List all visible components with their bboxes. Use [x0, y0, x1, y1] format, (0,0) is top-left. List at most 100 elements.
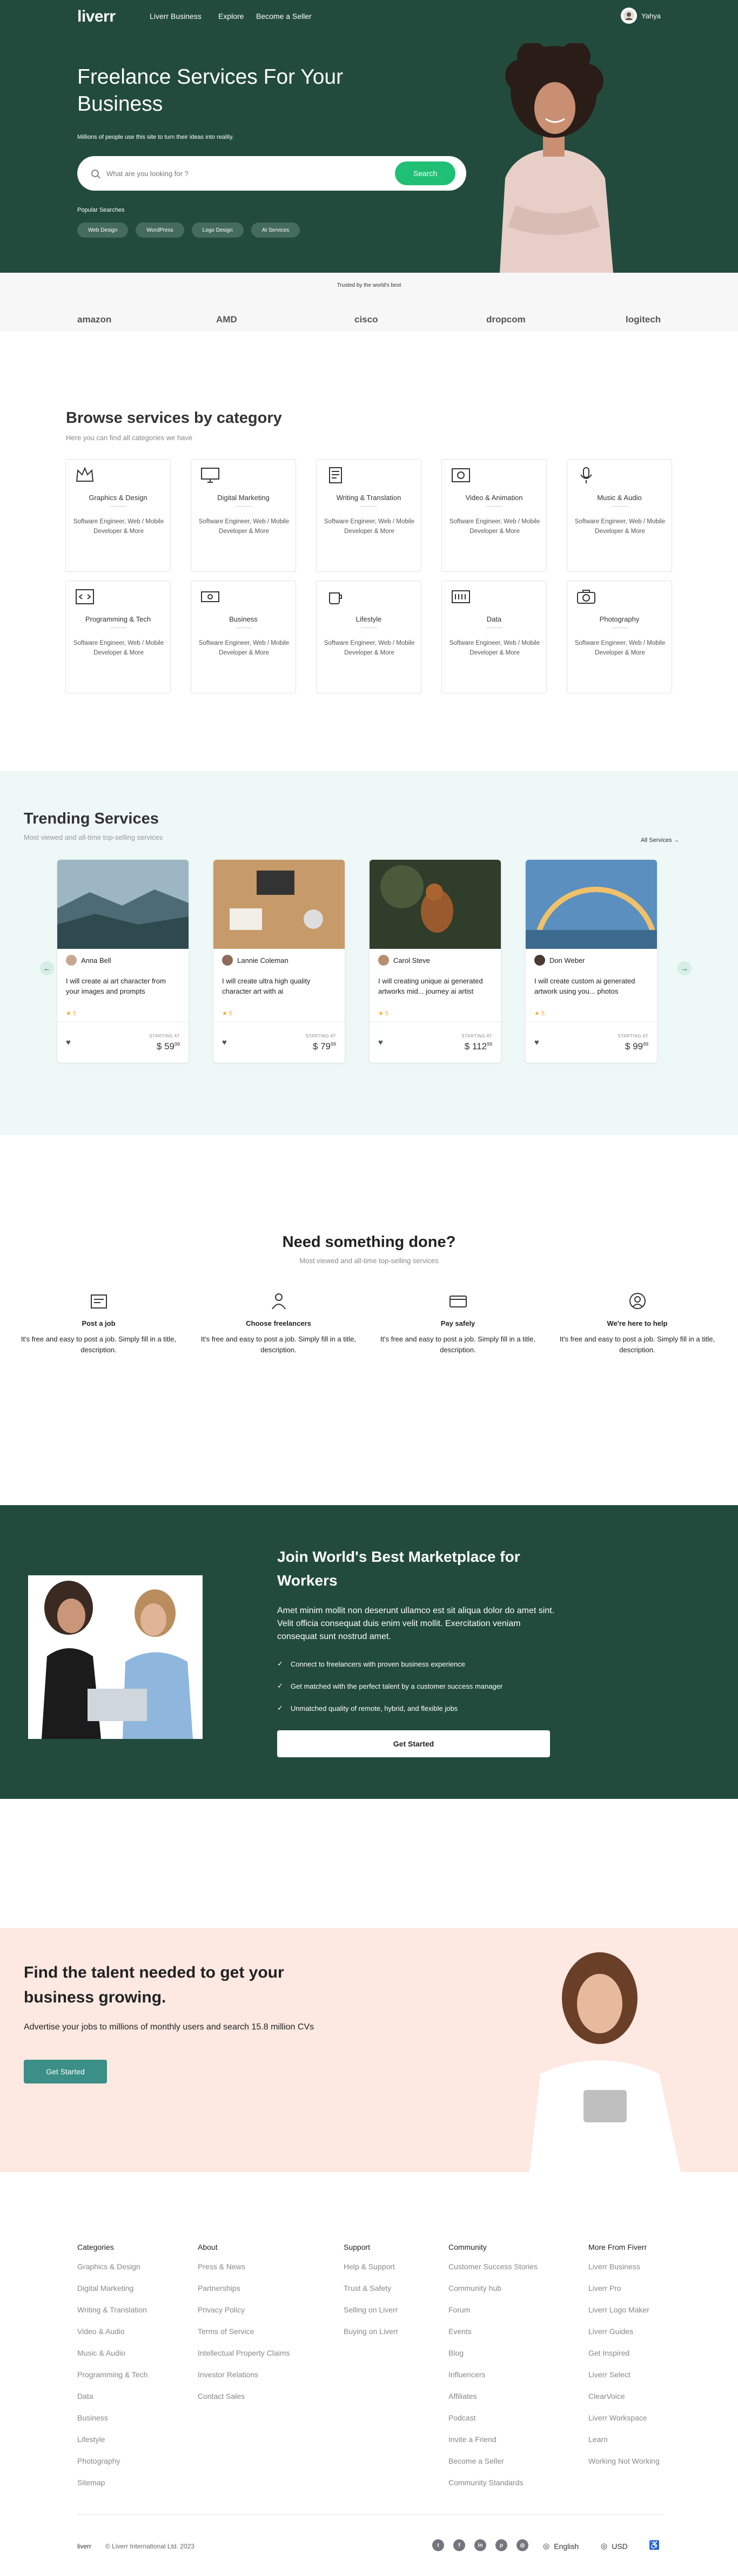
footer-link[interactable]: Digital Marketing — [77, 2283, 147, 2304]
category-card-photography[interactable]: Photography Software Engineer, Web / Mob… — [567, 581, 672, 693]
service-title[interactable]: I will create ai art character from your… — [66, 976, 179, 996]
footer-link[interactable]: Press & News — [198, 2261, 290, 2283]
category-name: Music & Audio — [597, 494, 642, 502]
service-card[interactable]: Carol Steve I will creating unique ai ge… — [370, 860, 501, 1063]
camera-icon — [577, 590, 595, 604]
footer-link[interactable]: Sitemap — [77, 2477, 147, 2499]
pinterest-icon[interactable]: p — [495, 2539, 507, 2551]
price: $ 7999 — [312, 1041, 336, 1051]
footer-link[interactable]: Working Not Working — [588, 2456, 660, 2477]
service-title[interactable]: I will creating unique ai generated artw… — [378, 976, 492, 996]
footer-link[interactable]: Learn — [588, 2434, 660, 2456]
logo[interactable]: liverr — [77, 8, 116, 26]
nav-link-explore[interactable]: Explore — [218, 12, 244, 21]
popular-chip[interactable]: WordPress — [136, 222, 184, 238]
carousel-next-arrow-icon[interactable]: → — [677, 961, 692, 975]
accessibility-icon[interactable]: ♿ — [648, 2539, 660, 2551]
linkedin-icon[interactable]: in — [474, 2539, 486, 2551]
money-icon — [201, 591, 219, 602]
service-title[interactable]: I will create custom ai generated artwor… — [534, 976, 648, 996]
seller-info[interactable]: Anna Bell — [66, 955, 111, 966]
heart-icon[interactable]: ♥ — [534, 1038, 539, 1047]
service-card[interactable]: Don Weber I will create custom ai genera… — [526, 860, 657, 1063]
footer-link[interactable]: Liverr Business — [588, 2261, 660, 2283]
user-menu[interactable]: Yahya — [621, 8, 661, 24]
category-card-writing[interactable]: Writing & Translation Software Engineer,… — [316, 459, 421, 572]
seller-info[interactable]: Don Weber — [534, 955, 585, 966]
category-card-video[interactable]: Video & Animation Software Engineer, Web… — [441, 459, 547, 572]
seller-info[interactable]: Carol Steve — [378, 955, 430, 966]
category-card-programming[interactable]: Programming & Tech Software Engineer, We… — [65, 581, 171, 693]
footer-link[interactable]: Affiliates — [448, 2391, 538, 2412]
footer-link[interactable]: Forum — [448, 2304, 538, 2326]
footer-link[interactable]: Privacy Policy — [198, 2304, 290, 2326]
nav-link-business[interactable]: Liverr Business — [150, 12, 202, 21]
footer-link[interactable]: Influencers — [448, 2369, 538, 2391]
footer-link[interactable]: Events — [448, 2326, 538, 2348]
footer-link[interactable]: Graphics & Design — [77, 2261, 147, 2283]
service-title[interactable]: I will create ultra high quality charact… — [222, 976, 336, 996]
brand-amazon-logo: amazon — [77, 314, 112, 325]
twitter-icon[interactable]: t — [432, 2539, 444, 2551]
footer-link[interactable]: Selling on Liverr — [344, 2304, 398, 2326]
category-card-business[interactable]: Business Software Engineer, Web / Mobile… — [191, 581, 296, 693]
category-card-data[interactable]: Data Software Engineer, Web / Mobile Dev… — [441, 581, 547, 693]
search-input[interactable]: What are you looking for ? — [106, 170, 189, 178]
footer-link[interactable]: Data — [77, 2391, 147, 2412]
search-button[interactable]: Search — [395, 161, 455, 185]
footer-link[interactable]: Podcast — [448, 2412, 538, 2434]
footer-link[interactable]: Photography — [77, 2456, 147, 2477]
footer-link[interactable]: Community hub — [448, 2283, 538, 2304]
category-card-digital-marketing[interactable]: Digital Marketing Software Engineer, Web… — [191, 459, 296, 572]
footer-link[interactable]: Get Inspired — [588, 2348, 660, 2369]
footer-link[interactable]: Investor Relations — [198, 2369, 290, 2391]
join-get-started-button[interactable]: Get Started — [277, 1730, 550, 1757]
popular-chip[interactable]: Web Design — [77, 222, 129, 238]
footer-link[interactable]: Become a Seller — [448, 2456, 538, 2477]
footer-link[interactable]: Business — [77, 2412, 147, 2434]
footer-link[interactable]: Liverr Workspace — [588, 2412, 660, 2434]
heart-icon[interactable]: ♥ — [66, 1038, 71, 1047]
footer-link[interactable]: Help & Support — [344, 2261, 398, 2283]
footer-link[interactable]: ClearVoice — [588, 2391, 660, 2412]
nav-link-become-seller[interactable]: Become a Seller — [256, 12, 312, 21]
footer-link[interactable]: Writing & Translation — [77, 2304, 147, 2326]
footer-link[interactable]: Liverr Select — [588, 2369, 660, 2391]
instagram-icon[interactable]: ◎ — [516, 2539, 528, 2551]
popular-chip[interactable]: AI Services — [251, 222, 300, 238]
need-item-desc: It's free and easy to post a job. Simply… — [21, 1335, 177, 1354]
category-card-lifestyle[interactable]: Lifestyle Software Engineer, Web / Mobil… — [316, 581, 421, 693]
footer-link[interactable]: Terms of Service — [198, 2326, 290, 2348]
heart-icon[interactable]: ♥ — [222, 1038, 227, 1047]
talent-get-started-button[interactable]: Get Started — [24, 2060, 107, 2083]
language-selector[interactable]: ◎ English — [543, 2541, 579, 2551]
footer-link[interactable]: Contact Sales — [198, 2391, 290, 2412]
footer-link[interactable]: Trust & Safety — [344, 2283, 398, 2304]
footer-link[interactable]: Customer Success Stories — [448, 2261, 538, 2283]
footer-link[interactable]: Liverr Guides — [588, 2326, 660, 2348]
category-card-graphics[interactable]: Graphics & Design Software Engineer, Web… — [65, 459, 171, 572]
footer-link[interactable]: Blog — [448, 2348, 538, 2369]
carousel-prev-arrow-icon[interactable]: ← — [40, 961, 54, 975]
footer-link[interactable]: Programming & Tech — [77, 2369, 147, 2391]
footer-link[interactable]: Community Standards — [448, 2477, 538, 2499]
heart-icon[interactable]: ♥ — [378, 1038, 383, 1047]
seller-info[interactable]: Lannie Coleman — [222, 955, 289, 966]
popular-chip[interactable]: Logo Design — [191, 222, 244, 238]
facebook-icon[interactable]: f — [453, 2539, 465, 2551]
currency-selector[interactable]: ◎ USD — [601, 2541, 628, 2551]
footer-link[interactable]: Buying on Liverr — [344, 2326, 398, 2348]
service-card[interactable]: Anna Bell I will create ai art character… — [57, 860, 189, 1063]
footer-link[interactable]: Partnerships — [198, 2283, 290, 2304]
footer-link[interactable]: Music & Audio — [77, 2348, 147, 2369]
category-card-music[interactable]: Music & Audio Software Engineer, Web / M… — [567, 459, 672, 572]
footer-link[interactable]: Intellectual Property Claims — [198, 2348, 290, 2369]
footer-link[interactable]: Lifestyle — [77, 2434, 147, 2456]
footer-link[interactable]: Video & Audio — [77, 2326, 147, 2348]
footer-logo[interactable]: liverr — [77, 2543, 91, 2550]
all-services-link[interactable]: All Services → — [641, 837, 680, 844]
service-card[interactable]: Lannie Coleman I will create ultra high … — [213, 860, 345, 1063]
footer-link[interactable]: Liverr Logo Maker — [588, 2304, 660, 2326]
footer-link[interactable]: Invite a Friend — [448, 2434, 538, 2456]
footer-link[interactable]: Liverr Pro — [588, 2283, 660, 2304]
